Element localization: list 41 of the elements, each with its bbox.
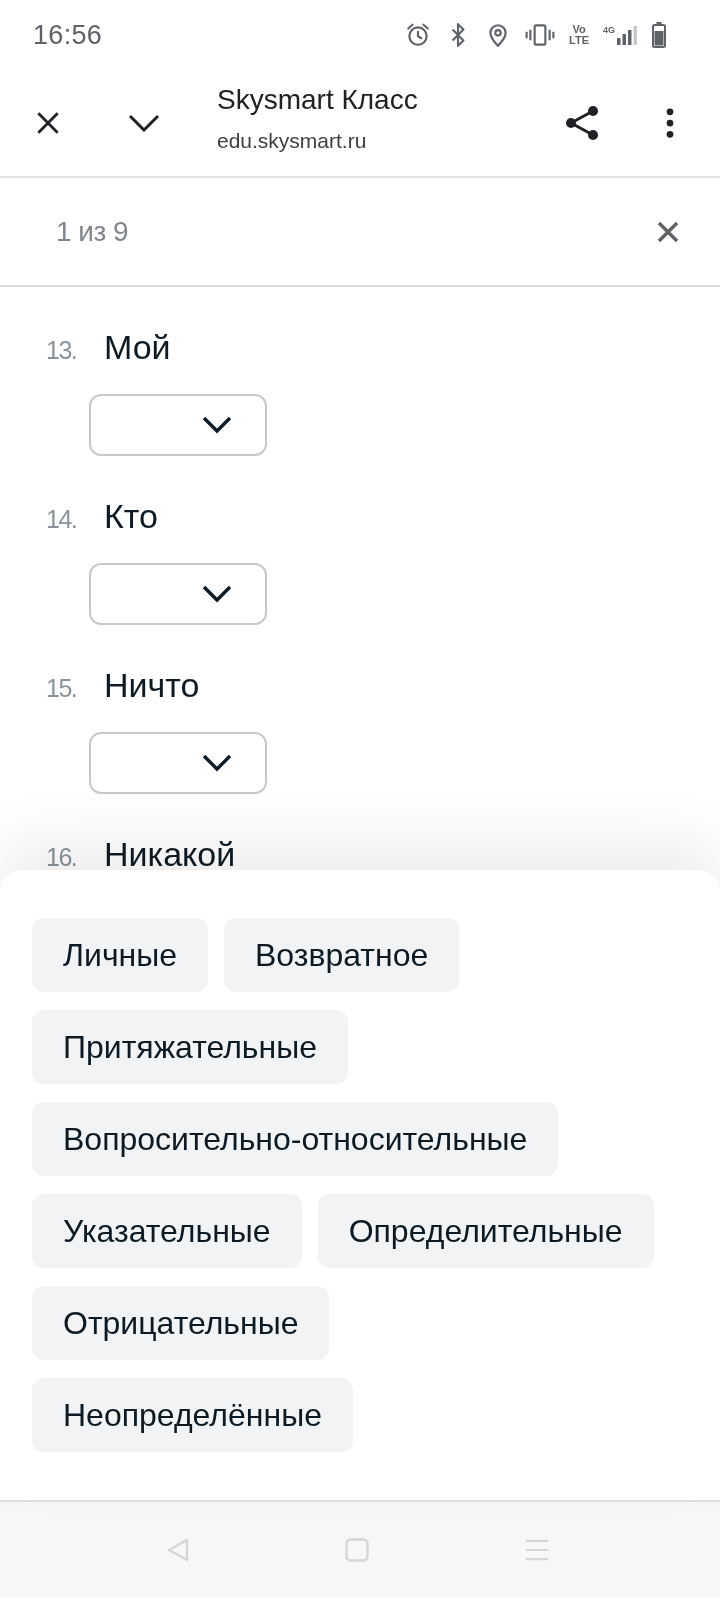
battery-icon	[652, 22, 666, 48]
answer-dropdown[interactable]	[89, 394, 267, 456]
question-number: 13.	[46, 335, 78, 366]
answer-option[interactable]: Неопределённые	[32, 1378, 353, 1452]
answer-dropdown[interactable]	[89, 563, 267, 625]
network-label: LTE	[569, 35, 589, 46]
home-square-icon	[345, 1537, 369, 1562]
question-word: Мой	[104, 329, 171, 365]
answer-option[interactable]: Личные	[32, 918, 208, 992]
answer-option[interactable]: Указательные	[32, 1194, 302, 1268]
menu-icon	[525, 1537, 549, 1562]
question-word: Кто	[104, 498, 158, 534]
question-word: Никакой	[104, 836, 236, 870]
network-label: Vo	[572, 24, 586, 35]
network-type-label: 4G	[603, 25, 615, 35]
more-vertical-icon	[666, 108, 674, 138]
page-url: edu.skysmart.ru	[217, 128, 368, 154]
question-number: 16.	[46, 842, 78, 870]
question-word: Ничто	[104, 667, 200, 703]
answer-option[interactable]: Возвратное	[224, 918, 460, 992]
answer-option[interactable]: Притяжательные	[32, 1010, 348, 1084]
chevron-down-icon	[202, 585, 232, 603]
answer-option[interactable]: Отрицательные	[32, 1286, 330, 1360]
match-count: 1 из 9	[56, 215, 129, 248]
share-icon	[564, 105, 600, 141]
answer-option[interactable]: Вопросительно-относительные	[32, 1102, 559, 1176]
signal-bars-icon	[616, 25, 638, 45]
alarm-icon	[405, 22, 431, 48]
question-number: 15.	[46, 673, 78, 704]
chevron-down-icon	[128, 114, 160, 132]
question-number: 14.	[46, 504, 78, 535]
page-title: Skysmart Класс	[217, 84, 419, 116]
back-triangle-icon	[166, 1537, 190, 1562]
clock-time: 16:56	[33, 19, 103, 51]
answer-dropdown[interactable]	[89, 732, 267, 794]
chevron-down-icon	[202, 416, 232, 434]
answer-option[interactable]: Определительные	[317, 1194, 654, 1268]
close-icon	[657, 220, 679, 243]
chevron-down-icon	[202, 754, 232, 772]
close-icon	[35, 110, 61, 136]
vibrate-icon	[525, 22, 555, 48]
